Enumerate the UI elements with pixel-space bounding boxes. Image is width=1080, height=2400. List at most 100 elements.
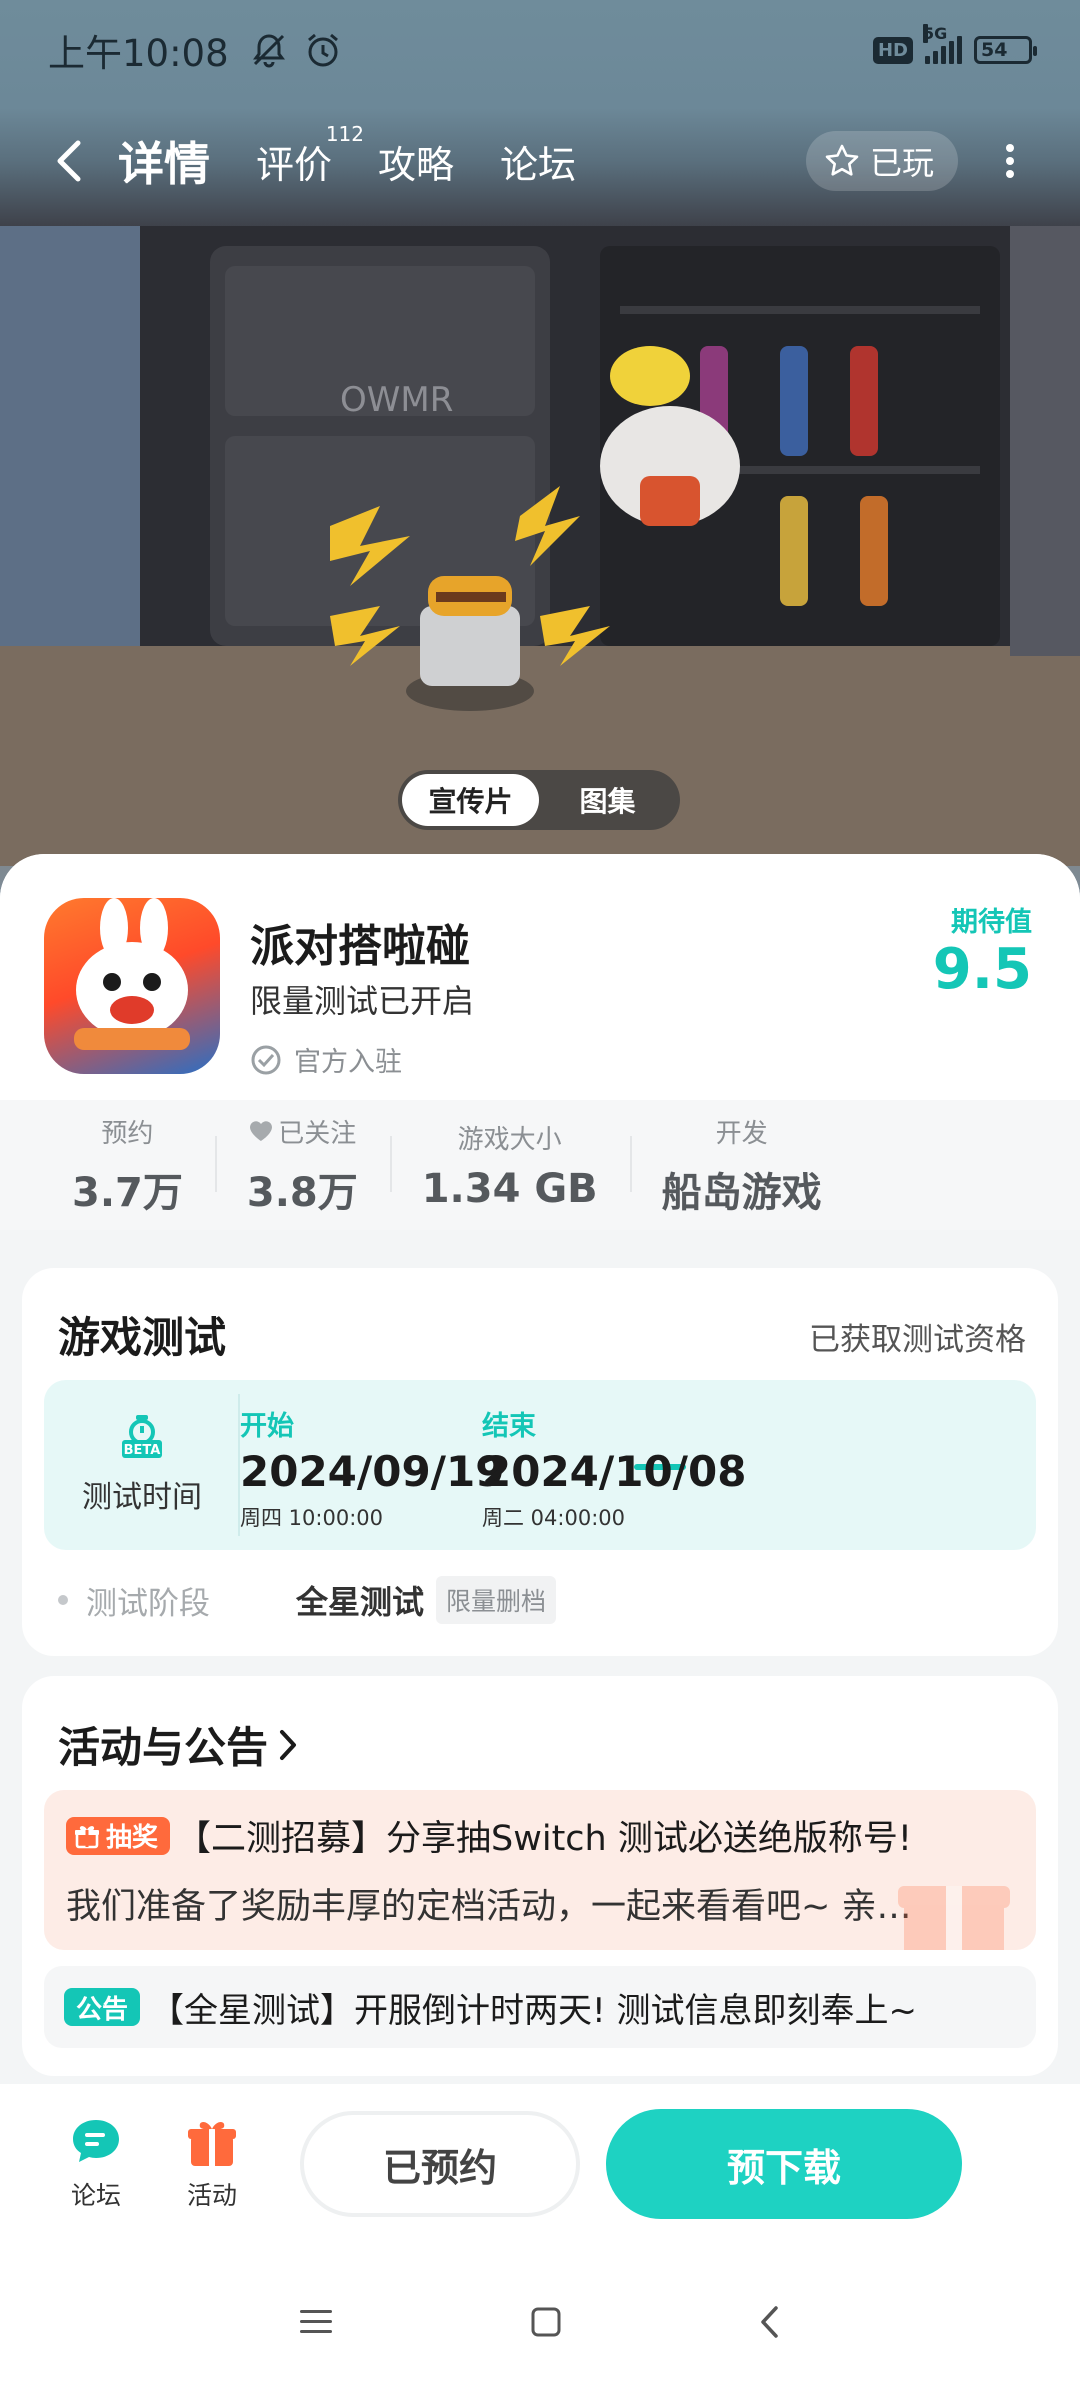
test-stage-row: 测试阶段 全星测试 限量删档 (58, 1576, 557, 1624)
alarm-clock-icon (307, 33, 338, 67)
start-time: 周四 10:00:00 (240, 1506, 383, 1530)
start-date: 2024/09/19 (240, 1447, 505, 1496)
stat-developer[interactable]: 开发 船岛游戏 (629, 1100, 854, 1230)
game-subtitle: 限量测试已开启 (250, 982, 475, 1020)
forum-label: 论坛 (70, 2181, 121, 2210)
prize-tag: 抽奖 (66, 1816, 171, 1855)
played-label: 已玩 (869, 144, 934, 182)
main-content: 派对搭啦碰 限量测试已开启 官方入驻 期待值 9.5 预约 3.7万 已关注 3… (0, 854, 1080, 2084)
battery-level: 54 (981, 39, 1008, 61)
game-title: 派对搭啦碰 (250, 921, 470, 972)
status-bar: 上午10:08 HD 5G 54 (0, 0, 1080, 100)
bullet-dot (58, 1595, 68, 1605)
top-navigation: 详情 评价 112 攻略 论坛 已玩 (0, 118, 1080, 204)
activity-item-prize[interactable]: 抽奖 【二测招募】分享抽Switch 测试必送绝版称号! 我们准备了奖励丰厚的定… (44, 1790, 1036, 1950)
forum-chat-icon (73, 2120, 119, 2162)
gift-box-icon (188, 2121, 236, 2166)
activity-button[interactable]: 活动 (162, 2116, 262, 2212)
activities-card: 活动与公告 抽奖 【二测招募】分享抽Switch 测试必送绝版称号! 我们准备了… (22, 1676, 1058, 2076)
more-options-button[interactable] (980, 131, 1040, 191)
signal-icon: 5G (923, 24, 962, 64)
gift-icon (75, 1825, 99, 1848)
stage-value: 全星测试 (296, 1583, 425, 1621)
forum-button[interactable]: 论坛 (46, 2116, 146, 2212)
tab-details-label: 详情 (118, 137, 210, 191)
tab-details[interactable]: 详情 (114, 128, 214, 194)
game-test-card: 游戏测试 已获取测试资格 BETA 测试时间 开始 2024/09/19 周四 … (22, 1268, 1058, 1656)
official-badge: 官方入驻 (250, 1040, 402, 1079)
played-button[interactable]: 已玩 (805, 131, 958, 191)
activities-title: 活动与公告 (58, 1723, 269, 1772)
test-time-label: 测试时间 (82, 1480, 202, 1515)
stat-value: 1.34 GB (421, 1165, 598, 1212)
tab-forum-label: 论坛 (500, 142, 577, 187)
end-date: 2024/10/08 (482, 1447, 747, 1496)
home-icon[interactable] (529, 2305, 563, 2339)
svg-text:BETA: BETA (124, 1443, 161, 1458)
end-time: 周二 04:00:00 (482, 1506, 625, 1530)
test-time-box: BETA 测试时间 开始 2024/09/19 周四 10:00:00 结束 2… (44, 1380, 1036, 1550)
hd-badge: HD (872, 36, 913, 64)
stat-label: 预约 (101, 1118, 154, 1149)
hero-background: OWMR 上午10:08 HD 5G 54 详情 评价 112 攻略 论坛 已玩… (0, 0, 1080, 900)
activity-title: 【二测招募】分享抽Switch 测试必送绝版称号! (176, 1819, 912, 1859)
stat-label: 游戏大小 (457, 1124, 562, 1155)
expectation-label: 期待值 (951, 907, 1032, 938)
stage-tag: 限量删档 (436, 1576, 557, 1624)
stat-label: 已关注 (248, 1113, 356, 1150)
stat-value: 3.8万 (246, 1169, 358, 1216)
reviews-count-badge: 112 (325, 121, 365, 146)
test-qualification-status[interactable]: 已获取测试资格 (809, 1314, 1026, 1359)
test-time-label-block: BETA 测试时间 (44, 1380, 240, 1550)
stage-label: 测试阶段 (86, 1585, 210, 1622)
heart-icon (250, 1121, 273, 1141)
stat-size: 游戏大小 1.34 GB (389, 1100, 630, 1230)
more-vertical-icon (1006, 144, 1014, 178)
system-navigation-bar (0, 2244, 1080, 2400)
notice-title: 【全星测试】开服倒计时两天! 测试信息即刻奉上~ (150, 1990, 917, 2031)
start-label: 开始 (240, 1411, 294, 1442)
end-label: 结束 (482, 1411, 536, 1442)
media-toggle: 宣传片 图集 (398, 770, 680, 830)
game-app-icon (44, 898, 220, 1074)
menu-icon[interactable] (298, 2307, 334, 2337)
status-time: 上午10:08 (48, 32, 229, 75)
tab-forum[interactable]: 论坛 (500, 134, 576, 189)
activity-description: 我们准备了奖励丰厚的定档活动，一起来看看吧~ 亲… (66, 1887, 912, 1927)
activity-label: 活动 (186, 2181, 237, 2210)
star-icon (825, 144, 859, 176)
test-card-title: 游戏测试 (58, 1313, 227, 1362)
back-icon[interactable] (758, 2304, 782, 2340)
test-start: 开始 2024/09/19 周四 10:00:00 (240, 1404, 504, 1532)
check-circle-icon (251, 1045, 281, 1074)
mute-bell-icon (252, 34, 285, 68)
tab-guides[interactable]: 攻略 (378, 134, 454, 189)
predownload-button[interactable]: 预下载 (606, 2109, 962, 2219)
stat-value: 3.7万 (72, 1169, 183, 1216)
beta-timer-icon: BETA (122, 1415, 162, 1458)
game-stats: 预约 3.7万 已关注 3.8万 游戏大小 1.34 GB 开发 船岛游戏 (0, 1100, 1080, 1230)
tab-guides-label: 攻略 (378, 142, 455, 187)
battery-icon: 54 (974, 36, 1037, 64)
tab-reviews[interactable]: 评价 112 (256, 122, 364, 189)
stat-value: 船岛游戏 (661, 1169, 822, 1216)
game-header: 派对搭啦碰 限量测试已开启 官方入驻 期待值 9.5 (0, 854, 1080, 1100)
tab-reviews-label: 评价 (256, 142, 333, 187)
notice-tag: 公告 (64, 1988, 141, 2026)
back-arrow-icon (57, 140, 81, 182)
back-button[interactable] (40, 131, 100, 191)
tab-promo-video[interactable]: 宣传片 (402, 774, 539, 826)
activity-item-notice[interactable]: 公告 【全星测试】开服倒计时两天! 测试信息即刻奉上~ (44, 1966, 1036, 2048)
bottom-action-bar: 论坛 活动 已预约 预下载 (0, 2084, 1080, 2244)
gift-decoration-icon (898, 1886, 1010, 1950)
activities-header[interactable]: 活动与公告 (58, 1714, 298, 1775)
svg-text:OWMR: OWMR (340, 380, 453, 420)
expectation-value: 9.5 (932, 937, 1032, 1002)
chevron-right-icon (280, 1729, 297, 1760)
tab-gallery[interactable]: 图集 (539, 774, 676, 826)
test-end: 结束 2024/10/08 周二 04:00:00 (482, 1404, 746, 1532)
reserved-button[interactable]: 已预约 (300, 2111, 580, 2217)
stat-followers[interactable]: 已关注 3.8万 (214, 1100, 390, 1230)
expectation-score: 期待值 9.5 (933, 900, 1032, 1001)
official-label: 官方入驻 (294, 1047, 402, 1078)
